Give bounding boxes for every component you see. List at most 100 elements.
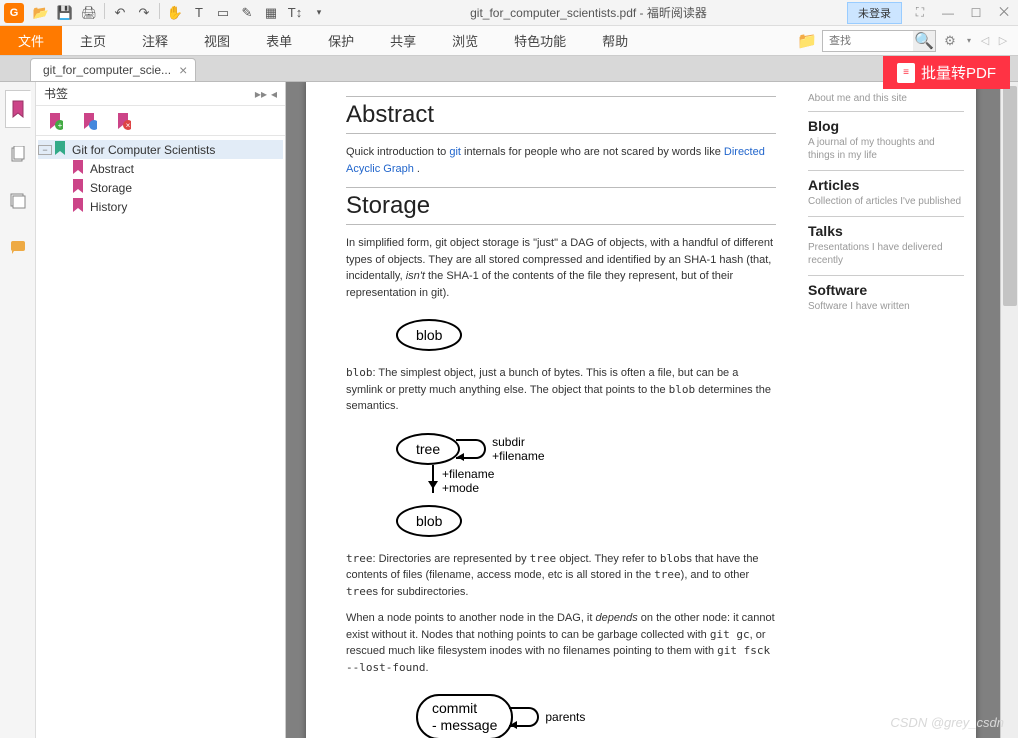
redo-icon[interactable]: ↷: [133, 3, 155, 23]
highlight-icon[interactable]: ✎: [236, 3, 258, 23]
bookmarks-tree: − Git for Computer Scientists Abstract S…: [36, 136, 285, 738]
gear-icon[interactable]: ⚙: [940, 31, 960, 51]
print-icon[interactable]: 🖨: [78, 3, 100, 23]
bookmark-icon: [72, 160, 86, 177]
aside-articles[interactable]: ArticlesCollection of articles I've publ…: [808, 170, 964, 216]
comments-tab-icon[interactable]: [5, 228, 31, 266]
tree-collapse-icon[interactable]: −: [38, 145, 52, 155]
open-icon[interactable]: 📂: [30, 3, 52, 23]
git-link[interactable]: git: [449, 146, 461, 158]
arrow-down-icon: +filename+mode: [432, 465, 434, 493]
layers-tab-icon[interactable]: [5, 182, 31, 220]
close-tab-icon[interactable]: ×: [179, 62, 187, 78]
tree-node: tree: [396, 433, 460, 465]
bookmarks-header: 书签 ▸▸ ◂: [36, 82, 285, 106]
section-abstract: Abstract: [346, 96, 776, 134]
document-viewport[interactable]: Git for Computer Scientists Abstract Qui…: [286, 82, 1018, 738]
search-input[interactable]: [823, 35, 913, 47]
bookmark-tool2-icon[interactable]: [78, 110, 100, 132]
search-box: 🔍: [822, 30, 936, 52]
bookmark-label: History: [90, 200, 127, 214]
menu-share[interactable]: 共享: [372, 26, 434, 55]
batch-convert-banner[interactable]: ≡ 批量转PDF: [883, 56, 1010, 89]
commit-node: commit- message: [416, 694, 513, 738]
panel-menu-icon[interactable]: ◂: [271, 87, 277, 101]
hand-tool-icon[interactable]: ✋: [164, 3, 186, 23]
bookmark-icon: [72, 179, 86, 196]
minimize-icon[interactable]: —: [938, 4, 958, 22]
bookmark-add-icon[interactable]: +: [44, 110, 66, 132]
bookmark-delete-icon[interactable]: ×: [112, 110, 134, 132]
blob-node: blob: [396, 505, 462, 537]
vertical-scrollbar[interactable]: [1000, 82, 1018, 738]
ribbon-toggle-icon[interactable]: ⛶: [910, 4, 930, 22]
bookmark-label: Git for Computer Scientists: [72, 143, 215, 157]
qat-dropdown-icon[interactable]: ▾: [308, 3, 330, 23]
next-icon[interactable]: ▷: [996, 34, 1010, 47]
save-icon[interactable]: 💾: [54, 3, 76, 23]
text-size-icon[interactable]: T↕: [284, 3, 306, 23]
menu-view[interactable]: 视图: [186, 26, 248, 55]
bookmark-item[interactable]: Abstract: [38, 159, 283, 178]
undo-icon[interactable]: ↶: [109, 3, 131, 23]
search-button[interactable]: 🔍: [913, 31, 935, 51]
snapshot-icon[interactable]: ▭: [212, 3, 234, 23]
section-storage: Storage: [346, 187, 776, 225]
tree-diagram: tree subdir+filename +filename+mode blob: [396, 433, 776, 537]
aside-software[interactable]: SoftwareSoftware I have written: [808, 275, 964, 321]
bookmark-item[interactable]: Storage: [38, 178, 283, 197]
close-window-icon[interactable]: ⨉: [994, 4, 1014, 22]
bookmark-icon: [72, 198, 86, 215]
banner-text: 批量转PDF: [921, 62, 996, 83]
menu-comment[interactable]: 注释: [124, 26, 186, 55]
commit-diagram: commit- message parents tree subdir+file…: [416, 694, 776, 738]
bookmark-item[interactable]: History: [38, 197, 283, 216]
login-button[interactable]: 未登录: [847, 2, 902, 24]
scrollbar-thumb[interactable]: [1003, 86, 1017, 306]
gear-dropdown-icon[interactable]: ▾: [964, 31, 974, 51]
menu-help[interactable]: 帮助: [584, 26, 646, 55]
prev-icon[interactable]: ◁: [978, 34, 992, 47]
svg-text:+: +: [58, 121, 63, 130]
loop-label: subdir+filename: [492, 435, 544, 463]
bookmarks-toolbar: + ×: [36, 106, 285, 136]
document-tab[interactable]: git_for_computer_scie... ×: [30, 58, 196, 81]
main-area: 书签 ▸▸ ◂ + × − Git for Computer Scientist…: [0, 82, 1018, 738]
aside-about: About me and this site: [808, 92, 964, 111]
text-select-icon[interactable]: T: [188, 3, 210, 23]
self-loop-icon: [509, 707, 539, 727]
pages-tab-icon[interactable]: [5, 136, 31, 174]
open-folder-icon[interactable]: 📁: [796, 31, 818, 51]
file-tab[interactable]: 文件: [0, 26, 62, 55]
pdf-doc-icon: ≡: [897, 63, 915, 83]
blob-node: blob: [396, 319, 462, 351]
arrow-label: +filename+mode: [442, 467, 494, 495]
menu-protect[interactable]: 保护: [310, 26, 372, 55]
doc-title: Git for Computer Scientists: [346, 82, 776, 88]
aside-blog[interactable]: BlogA journal of my thoughts and things …: [808, 111, 964, 170]
menu-home[interactable]: 主页: [62, 26, 124, 55]
maximize-icon[interactable]: ☐: [966, 4, 986, 22]
blob-diagram: blob: [396, 319, 776, 351]
typewriter-icon[interactable]: ▦: [260, 3, 282, 23]
abstract-text: Quick introduction to git internals for …: [346, 144, 776, 177]
window-title: git_for_computer_scientists.pdf - 福昕阅读器: [330, 4, 847, 21]
loop-label: parents: [545, 710, 585, 724]
panel-collapse-icon[interactable]: ▸▸: [255, 87, 267, 101]
bookmark-label: Abstract: [90, 162, 134, 176]
menu-form[interactable]: 表单: [248, 26, 310, 55]
blob-desc: blob: The simplest object, just a bunch …: [346, 365, 776, 415]
document-tab-label: git_for_computer_scie...: [43, 63, 171, 77]
menubar: 文件 主页 注释 视图 表单 保护 共享 浏览 特色功能 帮助 📁 🔍 ⚙ ▾ …: [0, 26, 1018, 56]
svg-text:×: ×: [126, 121, 131, 130]
menu-features[interactable]: 特色功能: [496, 26, 584, 55]
app-logo: G: [4, 3, 24, 23]
quick-access-toolbar: 📂 💾 🖨 ↶ ↷ ✋ T ▭ ✎ ▦ T↕ ▾: [30, 3, 330, 23]
document-tabbar: git_for_computer_scie... × ▼: [0, 56, 1018, 82]
bookmark-root[interactable]: − Git for Computer Scientists: [38, 140, 283, 159]
side-iconstrip: [0, 82, 36, 738]
tree-desc: tree: Directories are represented by tre…: [346, 551, 776, 601]
menu-browse[interactable]: 浏览: [434, 26, 496, 55]
bookmarks-tab-icon[interactable]: [5, 90, 31, 128]
aside-talks[interactable]: TalksPresentations I have delivered rece…: [808, 216, 964, 275]
